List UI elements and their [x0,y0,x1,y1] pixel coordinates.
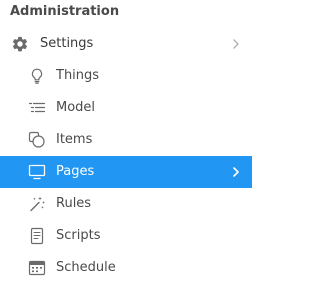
nav-item-settings[interactable]: Settings [0,28,252,60]
chevron-right-icon [230,166,242,178]
nav-item-label: Scripts [56,228,101,243]
nav-item-schedule[interactable]: Schedule [0,252,252,281]
magic-wand-icon [28,195,46,213]
nav-item-scripts[interactable]: Scripts [0,220,252,252]
nav-item-label: Settings [40,36,94,51]
nav-item-label: Pages [56,164,95,179]
nav-item-rules[interactable]: Rules [0,188,252,220]
monitor-icon [28,163,46,181]
section-header-administration: Administration [10,4,120,19]
nav-item-label: Rules [56,196,92,211]
document-icon [28,227,46,245]
nav-item-things[interactable]: Things [0,60,252,92]
list-tree-icon [28,99,46,117]
nav-item-label: Items [56,132,93,147]
admin-navigation: Administration Settings Things Model Ite… [0,0,252,281]
nav-item-label: Things [56,68,100,83]
lightbulb-icon [28,67,46,85]
items-circles-icon [28,131,46,149]
gear-icon [11,35,29,53]
nav-item-pages[interactable]: Pages [0,156,252,188]
nav-item-label: Schedule [56,260,116,275]
chevron-right-icon [230,38,242,50]
calendar-icon [28,259,46,277]
nav-item-label: Model [56,100,96,115]
nav-item-items[interactable]: Items [0,124,252,156]
nav-item-model[interactable]: Model [0,92,252,124]
